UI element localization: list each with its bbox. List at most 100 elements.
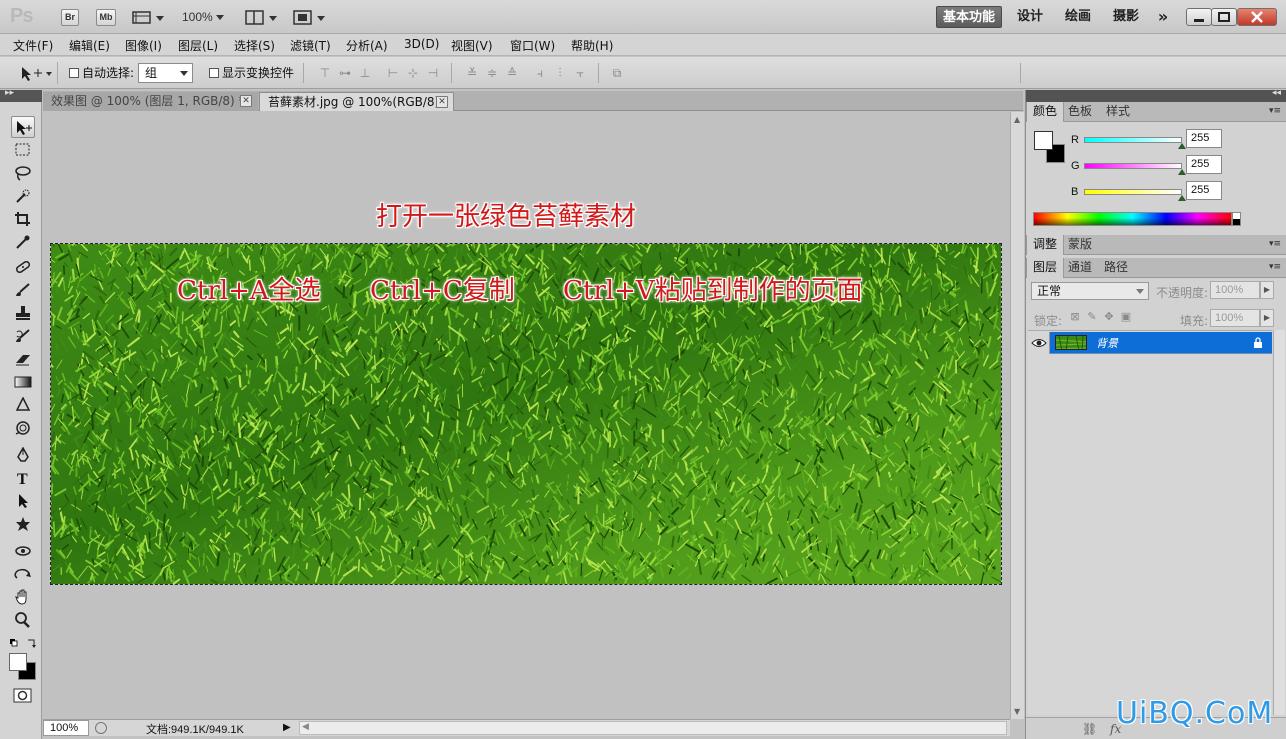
workspace-painting-button[interactable]: 绘画 [1060,6,1096,28]
menu-edit[interactable]: 编辑(E) [69,37,110,54]
arrange-documents-dropdown[interactable] [245,9,279,26]
align-right-icon[interactable]: ⊣ [426,66,440,80]
foreground-color-swatch[interactable] [9,653,27,671]
gradient-tool[interactable] [11,371,35,393]
quick-selection-tool[interactable] [11,185,35,207]
restore-button[interactable] [1211,8,1237,26]
align-horizontal-center-icon[interactable]: ⊹ [406,66,420,80]
scroll-left-arrow[interactable]: ◀ [302,722,309,732]
marquee-tool[interactable] [11,139,35,161]
lock-position-icon[interactable]: ✥ [1103,311,1115,323]
tool-preset-picker[interactable] [8,62,58,84]
red-slider-thumb[interactable] [1178,143,1186,149]
close-tab-icon[interactable]: ✕ [240,95,252,107]
lock-transparent-pixels-icon[interactable]: ⊠ [1069,311,1081,323]
green-value-input[interactable]: 255 [1186,155,1222,174]
3d-orbit-tool[interactable] [11,563,35,585]
menu-layer[interactable]: 图层(L) [178,37,218,54]
menu-help[interactable]: 帮助(H) [571,37,613,54]
status-zoom-field[interactable]: 100% [43,720,89,736]
tab-paths[interactable]: 路径 [1098,258,1134,278]
dodge-tool[interactable] [11,417,35,439]
red-value-input[interactable]: 255 [1186,129,1222,148]
tab-effect-document[interactable]: 效果图 @ 100% (图层 1, RGB/8) * ✕ [43,92,258,111]
foreground-background-colors[interactable] [9,653,37,681]
menu-analysis[interactable]: 分析(A) [346,37,388,54]
layer-visibility-toggle[interactable] [1028,332,1050,354]
3d-rotate-tool[interactable] [11,540,35,562]
scroll-down-arrow[interactable]: ▼ [1014,707,1020,716]
blue-value-input[interactable]: 255 [1186,181,1222,200]
tab-layers[interactable]: 图层 [1026,258,1065,278]
blur-tool[interactable] [11,394,35,416]
tab-adjustments[interactable]: 调整 [1026,235,1065,255]
auto-select-target-dropdown[interactable]: 组 [138,63,193,83]
lasso-tool[interactable] [11,162,35,184]
auto-align-layers-icon[interactable]: ⧉ [610,66,624,80]
layer-name[interactable]: 背景 [1096,335,1118,351]
fill-input[interactable]: 100% [1210,309,1260,327]
hand-tool[interactable] [11,586,35,608]
tab-color[interactable]: 颜色 [1026,102,1065,122]
move-tool[interactable] [11,116,35,138]
vertical-scrollbar[interactable]: ▲ ▼ [1010,112,1024,719]
default-swap-colors[interactable] [9,638,37,650]
layer-row-background[interactable]: 背景 [1028,332,1272,354]
align-left-icon[interactable]: ⊢ [386,66,400,80]
eraser-tool[interactable] [11,348,35,370]
show-transform-controls-checkbox[interactable] [209,68,219,78]
tab-channels[interactable]: 通道 [1062,258,1098,278]
lock-all-icon[interactable]: ▣ [1120,311,1132,323]
blue-slider-thumb[interactable] [1178,195,1186,201]
panel-menu-icon[interactable]: ▾≡ [1269,106,1281,116]
auto-select-checkbox[interactable] [69,68,79,78]
status-info-icon[interactable] [95,722,107,734]
lock-image-pixels-icon[interactable]: ✎ [1086,311,1098,323]
distribute-horizontal-center-icon[interactable]: ⫶ [553,66,567,80]
tab-masks[interactable]: 蒙版 [1062,235,1098,255]
align-top-icon[interactable]: ⊤ [318,66,332,80]
distribute-right-icon[interactable]: ⫟ [573,66,587,80]
blend-mode-dropdown[interactable]: 正常 [1031,282,1149,300]
menu-3d[interactable]: 3D(D) [404,37,439,51]
layers-scrollbar[interactable] [1273,330,1285,715]
distribute-top-icon[interactable]: ≚ [465,66,479,80]
bridge-button[interactable]: Br [61,9,79,26]
custom-shape-tool[interactable] [11,513,35,535]
menu-window[interactable]: 窗口(W) [510,37,555,54]
panel-menu-icon[interactable]: ▾≡ [1269,239,1281,249]
scroll-up-arrow[interactable]: ▲ [1014,115,1020,124]
tab-styles[interactable]: 样式 [1100,102,1136,122]
menu-file[interactable]: 文件(F) [13,37,53,54]
mini-bridge-button[interactable]: Mb [96,9,116,26]
panel-menu-icon[interactable]: ▾≡ [1269,262,1281,272]
crop-tool[interactable] [11,208,35,230]
workspace-photography-button[interactable]: 摄影 [1108,6,1144,28]
status-menu-arrow-icon[interactable]: ▶ [283,722,295,734]
menu-view[interactable]: 视图(V) [451,37,493,54]
screen-mode-dropdown[interactable] [293,9,327,26]
menu-filter[interactable]: 滤镜(T) [290,37,331,54]
more-workspaces-button[interactable]: » [1152,6,1174,28]
foreground-color-swatch[interactable] [1034,131,1053,150]
distribute-bottom-icon[interactable]: ≙ [505,66,519,80]
tab-moss-document[interactable]: 苔藓素材.jpg @ 100%(RGB/8) ✕ [259,92,454,111]
type-tool[interactable]: T [11,467,35,489]
distribute-left-icon[interactable]: ⫞ [533,66,547,80]
close-tab-icon[interactable]: ✕ [436,96,448,108]
opacity-slider-arrow-icon[interactable]: ▶ [1260,281,1274,299]
quick-mask-button[interactable] [13,688,33,704]
healing-brush-tool[interactable] [11,256,35,278]
blue-channel-slider[interactable] [1084,189,1182,195]
pen-tool[interactable] [11,444,35,466]
horizontal-scrollbar[interactable]: ◀ [299,721,1007,735]
tools-panel-header[interactable]: ▸▸ [0,88,42,102]
zoom-tool[interactable] [11,609,35,631]
menu-select[interactable]: 选择(S) [234,37,275,54]
menu-image[interactable]: 图像(I) [125,37,162,54]
workspace-design-button[interactable]: 设计 [1012,6,1048,28]
minimize-button[interactable] [1186,8,1212,26]
history-brush-tool[interactable] [11,325,35,347]
green-slider-thumb[interactable] [1178,169,1186,175]
view-extras-dropdown[interactable] [132,9,166,26]
